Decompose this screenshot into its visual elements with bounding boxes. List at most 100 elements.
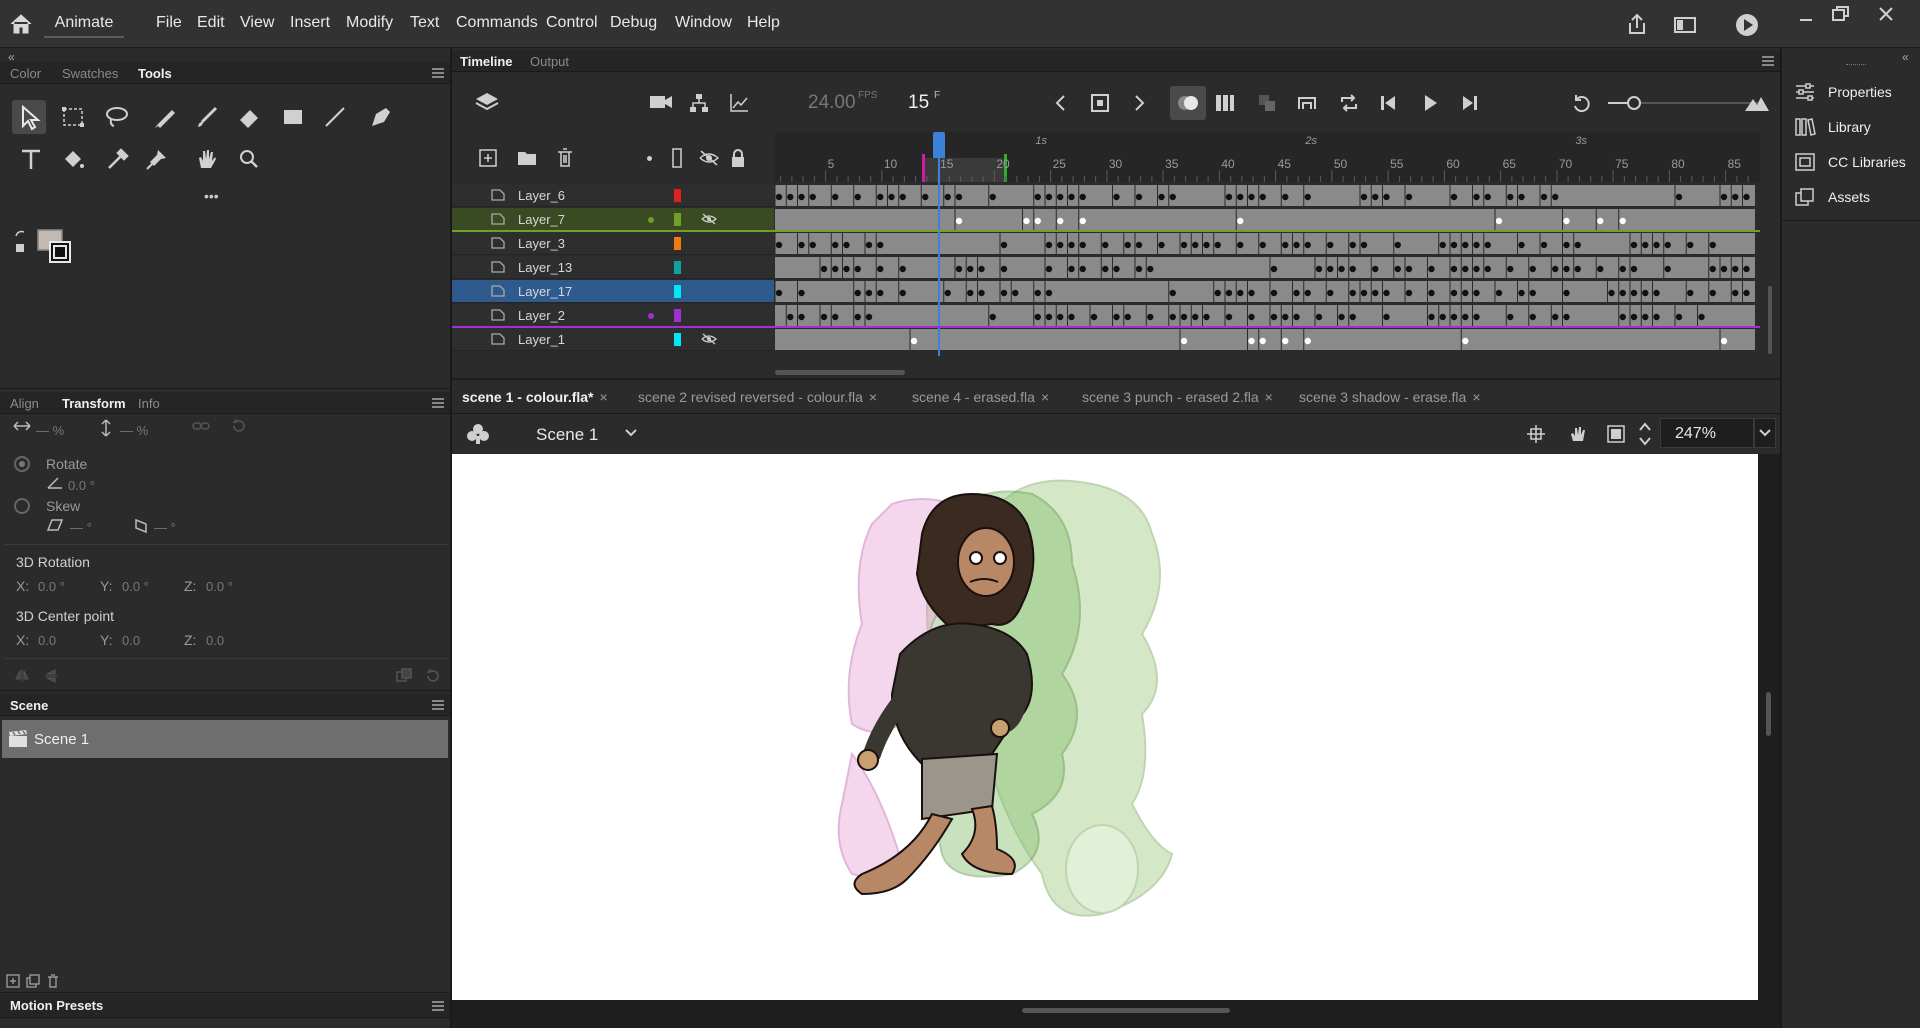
- undo-scale-icon[interactable]: [1570, 92, 1592, 114]
- remove-transform-icon[interactable]: [424, 668, 440, 684]
- collapse-right-icon[interactable]: «: [1902, 50, 1909, 64]
- close-tab-icon[interactable]: ×: [1265, 389, 1273, 405]
- camera-icon[interactable]: [648, 92, 674, 112]
- fps-value[interactable]: 24.00: [808, 92, 856, 114]
- pencil-brush-tool-icon[interactable]: [148, 100, 182, 134]
- tab-align[interactable]: Align: [10, 396, 39, 411]
- menu-file[interactable]: File: [156, 14, 182, 32]
- workspace-layout-icon[interactable]: [1670, 10, 1700, 40]
- close-tab-icon[interactable]: ×: [869, 389, 877, 405]
- layer-color-swatch[interactable]: [674, 261, 681, 274]
- pen-tool-icon[interactable]: [364, 100, 398, 134]
- menu-view[interactable]: View: [240, 14, 274, 32]
- tab-output[interactable]: Output: [530, 54, 569, 69]
- fit-frames-icon[interactable]: [1744, 94, 1770, 112]
- stage-canvas[interactable]: [452, 454, 1758, 1000]
- more-tools-icon[interactable]: •••: [204, 188, 219, 204]
- new-folder-icon[interactable]: [516, 148, 538, 168]
- layer-color-swatch[interactable]: [674, 213, 681, 226]
- frame-ruler[interactable]: 5 10 15 20 25 30 35 40 45 50 55 60 65 70 75 80 85 1s 2s 3s: [775, 132, 1760, 182]
- zoom-tool-icon[interactable]: [232, 142, 266, 176]
- layers-icon[interactable]: [474, 90, 500, 114]
- layer-hidden-icon[interactable]: [700, 212, 718, 226]
- onion-skin-icon[interactable]: [1170, 86, 1206, 120]
- rot-z-value[interactable]: 0.0 °: [206, 579, 233, 594]
- layer-color-swatch[interactable]: [674, 309, 681, 322]
- zoom-dropdown[interactable]: [1754, 418, 1776, 448]
- step-back-icon[interactable]: [1378, 93, 1398, 113]
- tab-info[interactable]: Info: [138, 396, 160, 411]
- edit-multiple-frames-icon[interactable]: [1214, 92, 1236, 114]
- panel-grip[interactable]: [1846, 64, 1866, 67]
- layer-highlight-dot[interactable]: [648, 217, 654, 223]
- panel-menu-icon[interactable]: [432, 700, 446, 710]
- document-tab[interactable]: scene 3 shadow - erase.fla ×: [1299, 389, 1481, 405]
- document-tab[interactable]: scene 4 - erased.fla ×: [912, 389, 1049, 405]
- layer-highlight-dot[interactable]: [648, 313, 654, 319]
- prev-keyframe-icon[interactable]: [1054, 94, 1068, 112]
- skew-radio[interactable]: [14, 498, 30, 514]
- highlight-layer-icon[interactable]: [647, 156, 652, 161]
- scene-dropdown-icon[interactable]: [624, 428, 638, 438]
- tab-timeline[interactable]: Timeline: [460, 54, 513, 69]
- ctr-y-value[interactable]: 0.0: [122, 633, 140, 648]
- stroke-fill-swatches[interactable]: [14, 226, 72, 266]
- delete-scene-icon[interactable]: [46, 974, 60, 988]
- delete-layer-icon[interactable]: [556, 147, 574, 169]
- close-tab-icon[interactable]: ×: [600, 389, 608, 405]
- lock-all-layers-icon[interactable]: [730, 148, 746, 168]
- height-scale-value[interactable]: — %: [120, 423, 148, 438]
- menu-insert[interactable]: Insert: [290, 14, 330, 32]
- step-forward-icon[interactable]: [1460, 93, 1480, 113]
- timeline-h-scrollbar[interactable]: [775, 370, 905, 375]
- flip-horizontal-icon[interactable]: [14, 668, 30, 682]
- close-window-icon[interactable]: [1876, 4, 1896, 24]
- duplicate-scene-icon[interactable]: [26, 974, 40, 988]
- reset-scale-icon[interactable]: [230, 418, 246, 434]
- menu-commands[interactable]: Commands: [456, 14, 538, 32]
- skew-vertical-value[interactable]: — °: [154, 520, 176, 535]
- convert-frames-icon[interactable]: [1296, 92, 1318, 114]
- test-movie-icon[interactable]: [1732, 10, 1762, 40]
- cc-libraries-button[interactable]: CC Libraries: [1794, 148, 1920, 178]
- eraser-tool-icon[interactable]: [232, 100, 266, 134]
- insert-keyframe-icon[interactable]: [1090, 93, 1110, 113]
- layer-parenting-icon[interactable]: [688, 92, 710, 114]
- layer-row[interactable]: Layer_2: [452, 304, 774, 327]
- layer-row[interactable]: Layer_7: [452, 208, 774, 231]
- rectangle-tool-icon[interactable]: [276, 100, 310, 134]
- paint-bucket-tool-icon[interactable]: [56, 142, 90, 176]
- eyedropper-tool-icon[interactable]: [100, 142, 134, 176]
- stage-v-scrollbar[interactable]: [1766, 692, 1771, 736]
- lasso-tool-icon[interactable]: [100, 100, 134, 134]
- ctr-z-value[interactable]: 0.0: [206, 633, 224, 648]
- menu-modify[interactable]: Modify: [346, 14, 393, 32]
- layer-row[interactable]: Layer_17: [452, 280, 774, 303]
- minimize-icon[interactable]: [1796, 6, 1816, 26]
- hand-tool-icon[interactable]: [190, 142, 224, 176]
- layer-color-swatch[interactable]: [674, 189, 681, 202]
- frame-view-icon[interactable]: [1256, 92, 1278, 114]
- menu-help[interactable]: Help: [747, 14, 780, 32]
- app-name[interactable]: Animate: [44, 14, 124, 38]
- menu-control[interactable]: Control: [546, 14, 598, 32]
- layer-color-swatch[interactable]: [674, 333, 681, 346]
- brush-tool-icon[interactable]: [190, 100, 224, 134]
- tab-color[interactable]: Color: [10, 66, 41, 81]
- home-icon[interactable]: [8, 12, 36, 38]
- center-stage-icon[interactable]: [1526, 424, 1546, 444]
- menu-edit[interactable]: Edit: [197, 14, 225, 32]
- rot-y-value[interactable]: 0.0 °: [122, 579, 149, 594]
- duplicate-transform-icon[interactable]: [396, 668, 412, 682]
- scene-symbol-icon[interactable]: [466, 422, 490, 446]
- close-tab-icon[interactable]: ×: [1472, 389, 1480, 405]
- panel-menu-icon[interactable]: [432, 398, 446, 408]
- playhead-handle[interactable]: [933, 132, 945, 158]
- tab-transform[interactable]: Transform: [62, 396, 126, 411]
- assets-button[interactable]: Assets: [1794, 183, 1920, 213]
- layer-hidden-icon[interactable]: [700, 332, 718, 346]
- next-keyframe-icon[interactable]: [1132, 94, 1146, 112]
- rotate-value[interactable]: 0.0 °: [68, 478, 95, 493]
- menu-text[interactable]: Text: [410, 14, 439, 32]
- pin-tool-icon[interactable]: [140, 142, 174, 176]
